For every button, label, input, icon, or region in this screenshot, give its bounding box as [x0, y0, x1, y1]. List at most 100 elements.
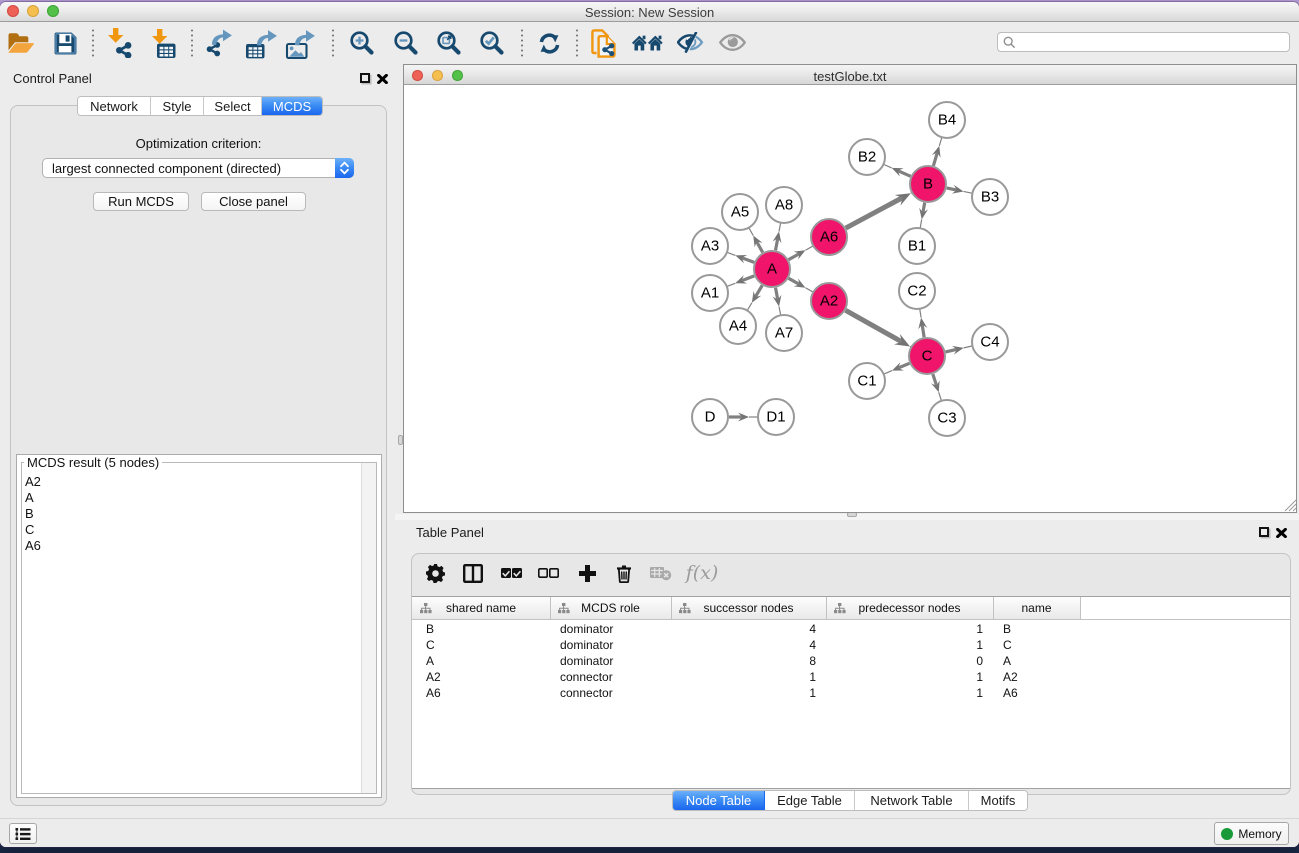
edge-A-A8[interactable] [773, 223, 782, 250]
graph-node-A4[interactable]: A4 [720, 308, 756, 344]
graph-node-C2[interactable]: C2 [899, 273, 935, 309]
graph-node-A1[interactable]: A1 [692, 275, 728, 311]
table-cell[interactable]: dominator [550, 653, 671, 669]
table-cell[interactable]: 1 [826, 637, 993, 653]
table-panel-close-button[interactable] [1276, 528, 1288, 540]
result-item[interactable]: B [23, 506, 359, 522]
graph-node-A5[interactable]: A5 [722, 194, 758, 230]
show-all-button[interactable] [716, 27, 748, 57]
table-cell[interactable]: connector [550, 669, 671, 685]
table-panel-float-button[interactable] [1259, 527, 1269, 537]
table-cell[interactable]: C [412, 637, 550, 653]
function-builder-button[interactable]: f(x) [685, 558, 719, 588]
column-divider[interactable] [826, 597, 827, 619]
graph-node-C4[interactable]: C4 [972, 324, 1008, 360]
column-header-successor-nodes[interactable]: successor nodes [671, 597, 826, 619]
edge-A2-C[interactable] [846, 310, 911, 347]
graph-node-A2[interactable]: A2 [811, 283, 847, 319]
export-image-button[interactable] [284, 29, 316, 59]
table-cell[interactable]: A2 [993, 669, 1080, 685]
graph-node-B1[interactable]: B1 [899, 228, 935, 264]
edge-A-A5[interactable] [749, 228, 763, 252]
table-cell[interactable]: dominator [550, 621, 671, 637]
column-divider[interactable] [1080, 597, 1081, 619]
graph-node-B[interactable]: B [910, 166, 946, 202]
tab-node-table[interactable]: Node Table [673, 791, 765, 810]
table-cell[interactable]: 1 [826, 669, 993, 685]
graph-node-C3[interactable]: C3 [929, 400, 965, 436]
column-header-shared-name[interactable]: shared name [412, 597, 550, 619]
import-table-button[interactable] [148, 28, 180, 58]
graph-node-A3[interactable]: A3 [692, 228, 728, 264]
column-divider[interactable] [671, 597, 672, 619]
resize-grip-icon[interactable] [1284, 499, 1297, 512]
open-session-button[interactable] [5, 28, 37, 58]
graph-node-A8[interactable]: A8 [766, 187, 802, 223]
export-network-button[interactable] [203, 29, 235, 59]
edge-D-D1[interactable] [729, 413, 758, 422]
tab-style[interactable]: Style [151, 97, 204, 115]
add-column-button[interactable] [571, 558, 605, 588]
task-history-button[interactable] [9, 823, 37, 844]
edge-B-B1[interactable] [919, 203, 928, 228]
table-cell[interactable]: B [412, 621, 550, 637]
result-scrollbar[interactable] [361, 463, 376, 793]
table-cell[interactable]: A6 [993, 685, 1080, 701]
table-cell[interactable]: 1 [826, 621, 993, 637]
graph-node-A[interactable]: A [754, 251, 790, 287]
control-panel-float-button[interactable] [360, 73, 370, 83]
edge-A-A6[interactable] [789, 246, 813, 260]
table-cell[interactable]: A [993, 653, 1080, 669]
graph-node-B4[interactable]: B4 [929, 102, 965, 138]
edge-A-A4[interactable] [747, 285, 762, 310]
graph-node-A6[interactable]: A6 [811, 219, 847, 255]
result-item[interactable]: C [23, 522, 359, 538]
refresh-view-button[interactable] [534, 28, 566, 58]
edge-C-C3[interactable] [931, 374, 941, 400]
search-input[interactable] [1016, 34, 1289, 50]
tab-edge-table[interactable]: Edge Table [765, 791, 855, 810]
tab-motifs[interactable]: Motifs [969, 791, 1027, 810]
edge-C-C2[interactable] [918, 309, 927, 337]
tab-network[interactable]: Network [78, 97, 151, 115]
control-panel-close-button[interactable] [377, 74, 389, 86]
table-cell[interactable]: 0 [826, 653, 993, 669]
zoom-in-button[interactable] [346, 28, 378, 58]
tab-network-table[interactable]: Network Table [855, 791, 969, 810]
zoom-selected-button[interactable] [476, 28, 508, 58]
edge-B-B3[interactable] [947, 185, 972, 194]
export-table-button[interactable] [245, 29, 277, 59]
first-neighbors-button[interactable] [632, 28, 664, 58]
column-divider[interactable] [550, 597, 551, 619]
edge-A-A2[interactable] [789, 278, 813, 292]
edge-A6-B[interactable] [846, 193, 912, 228]
table-cell[interactable]: 4 [671, 637, 826, 653]
memory-button[interactable]: Memory [1214, 822, 1289, 845]
table-cell[interactable]: 4 [671, 621, 826, 637]
run-mcds-button[interactable]: Run MCDS [93, 192, 189, 211]
import-network-button[interactable] [104, 28, 136, 58]
graph-node-D1[interactable]: D1 [758, 399, 794, 435]
table-cell[interactable]: 1 [671, 685, 826, 701]
select-all-button[interactable] [495, 558, 529, 588]
table-cell[interactable]: dominator [550, 637, 671, 653]
column-header-MCDS-role[interactable]: MCDS role [550, 597, 671, 619]
column-header-name[interactable]: name [993, 597, 1080, 619]
table-cell[interactable]: B [993, 621, 1080, 637]
delete-column-button[interactable] [607, 558, 641, 588]
graph-node-D[interactable]: D [692, 399, 728, 435]
edge-A-A3[interactable] [727, 252, 754, 263]
result-item[interactable]: A [23, 490, 359, 506]
graph-node-B2[interactable]: B2 [849, 139, 885, 175]
table-cell[interactable]: 1 [671, 669, 826, 685]
table-cell[interactable]: A6 [412, 685, 550, 701]
search-box[interactable] [997, 32, 1290, 52]
deselect-all-button[interactable] [532, 558, 566, 588]
hide-selected-button[interactable] [674, 28, 706, 58]
delete-table-button[interactable] [644, 558, 678, 588]
edge-C-C1[interactable] [884, 362, 909, 374]
result-item[interactable]: A6 [23, 538, 359, 554]
table-cell[interactable]: A2 [412, 669, 550, 685]
graph-node-A7[interactable]: A7 [766, 315, 802, 351]
edge-B-B4[interactable] [932, 138, 942, 166]
